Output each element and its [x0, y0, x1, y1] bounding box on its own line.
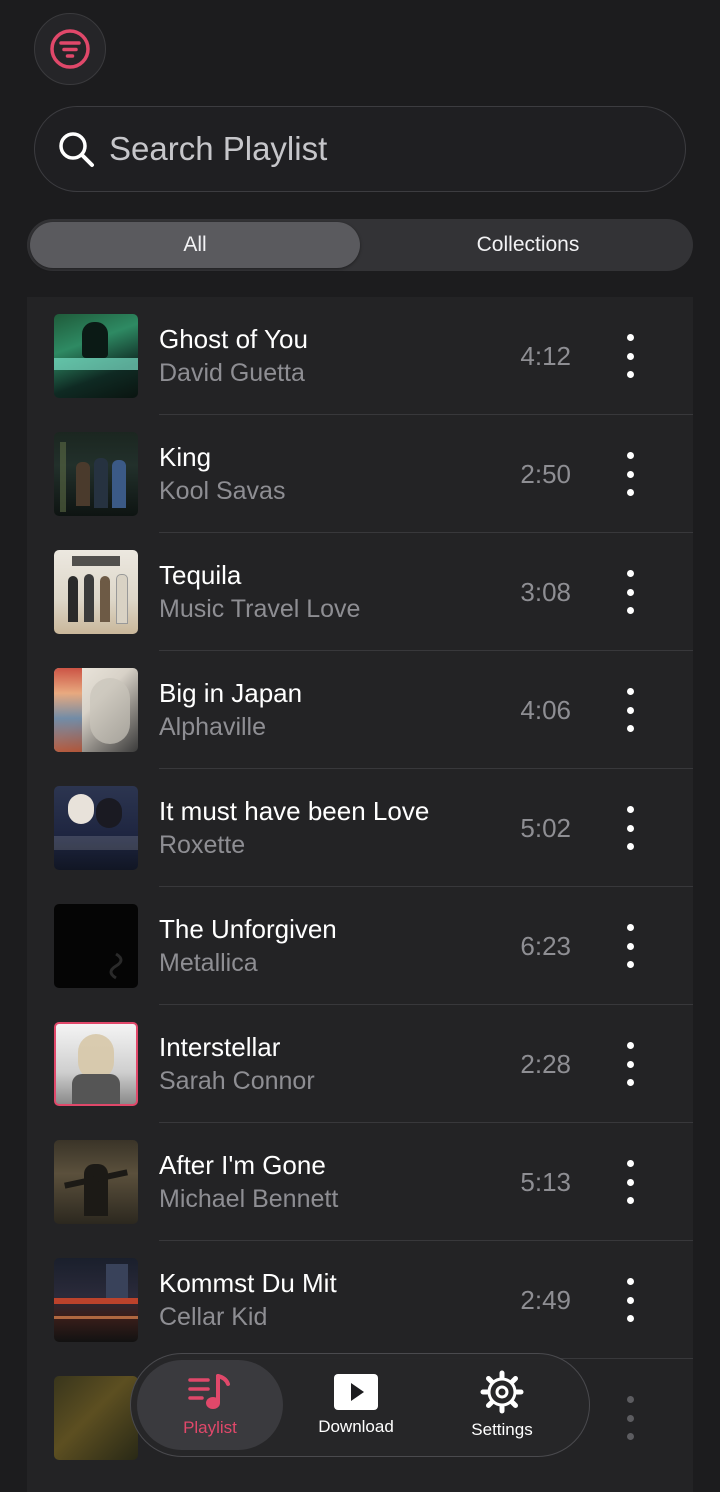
more-options-icon[interactable] — [615, 924, 645, 968]
track-duration: 4:12 — [520, 340, 571, 371]
album-cover — [54, 1140, 138, 1224]
track-row[interactable]: Tequila Music Travel Love 3:08 — [27, 533, 693, 651]
track-title: Big in Japan — [159, 678, 303, 708]
track-row[interactable]: Interstellar Sarah Connor 2:28 — [27, 1005, 693, 1123]
tab-settings-label: Settings — [471, 1420, 533, 1439]
more-options-icon[interactable] — [615, 1042, 645, 1086]
track-title: Kommst Du Mit — [159, 1268, 337, 1298]
gear-icon — [480, 1370, 524, 1414]
filter-button[interactable] — [34, 13, 106, 85]
search-icon — [57, 130, 95, 168]
track-artist: Music Travel Love — [159, 595, 361, 623]
track-duration: 4:06 — [520, 694, 571, 725]
more-options-icon[interactable] — [615, 1278, 645, 1322]
track-artist: Cellar Kid — [159, 1303, 268, 1331]
track-list: Ghost of You David Guetta 4:12 King Kool… — [27, 297, 693, 1492]
album-cover — [54, 1258, 138, 1342]
filter-icon — [50, 29, 90, 69]
track-artist: Roxette — [159, 831, 246, 859]
more-options-icon[interactable] — [615, 452, 645, 496]
track-row[interactable]: Ghost of You David Guetta 4:12 — [27, 297, 693, 415]
more-options-icon[interactable] — [615, 570, 645, 614]
track-title: After I'm Gone — [159, 1150, 326, 1180]
tab-playlist[interactable]: Playlist — [137, 1360, 283, 1450]
playlist-icon — [188, 1374, 230, 1409]
track-title: It must have been Love — [159, 796, 430, 826]
album-cover — [54, 668, 138, 752]
track-duration: 2:50 — [520, 458, 571, 489]
track-row[interactable]: The Unforgiven Metallica 6:23 — [27, 887, 693, 1005]
play-video-icon — [334, 1374, 378, 1410]
track-artist: Kool Savas — [159, 477, 286, 505]
segmented-control: All Collections — [27, 219, 693, 271]
track-row[interactable]: King Kool Savas 2:50 — [27, 415, 693, 533]
more-options-icon[interactable] — [615, 1396, 645, 1440]
track-row[interactable]: Kommst Du Mit Cellar Kid 2:49 — [27, 1241, 693, 1359]
track-artist: Metallica — [159, 949, 258, 977]
album-cover — [54, 432, 138, 516]
tab-download[interactable]: Download — [283, 1360, 429, 1450]
track-artist: Michael Bennett — [159, 1185, 339, 1213]
track-row[interactable]: Big in Japan Alphaville 4:06 — [27, 651, 693, 769]
track-title: Interstellar — [159, 1032, 281, 1062]
more-options-icon[interactable] — [615, 334, 645, 378]
more-options-icon[interactable] — [615, 1160, 645, 1204]
track-title: Tequila — [159, 560, 242, 590]
track-artist: Sarah Connor — [159, 1067, 315, 1095]
track-row[interactable]: After I'm Gone Michael Bennett 5:13 — [27, 1123, 693, 1241]
track-title: The Unforgiven — [159, 914, 337, 944]
album-cover — [54, 904, 138, 988]
segment-collections[interactable]: Collections — [363, 219, 693, 271]
album-cover — [54, 786, 138, 870]
track-artist: David Guetta — [159, 359, 305, 387]
search-bar[interactable] — [34, 106, 686, 192]
track-title: Ghost of You — [159, 324, 308, 354]
search-input[interactable] — [107, 129, 651, 169]
album-cover — [54, 1022, 138, 1106]
album-cover — [54, 550, 138, 634]
track-duration: 2:28 — [520, 1048, 571, 1079]
tab-settings[interactable]: Settings — [429, 1360, 575, 1450]
track-artist: Alphaville — [159, 713, 267, 741]
tab-download-label: Download — [318, 1417, 394, 1436]
track-duration: 6:23 — [520, 930, 571, 961]
track-duration: 5:02 — [520, 812, 571, 843]
tab-bar: Playlist Download Settings — [130, 1353, 590, 1457]
more-options-icon[interactable] — [615, 688, 645, 732]
album-cover — [54, 1376, 138, 1460]
album-cover — [54, 314, 138, 398]
track-row[interactable]: It must have been Love Roxette 5:02 — [27, 769, 693, 887]
tab-playlist-label: Playlist — [183, 1418, 237, 1437]
track-duration: 5:13 — [520, 1166, 571, 1197]
track-title: King — [159, 442, 212, 472]
track-duration: 2:49 — [520, 1284, 571, 1315]
segment-all[interactable]: All — [30, 222, 360, 268]
more-options-icon[interactable] — [615, 806, 645, 850]
track-duration: 3:08 — [520, 576, 571, 607]
